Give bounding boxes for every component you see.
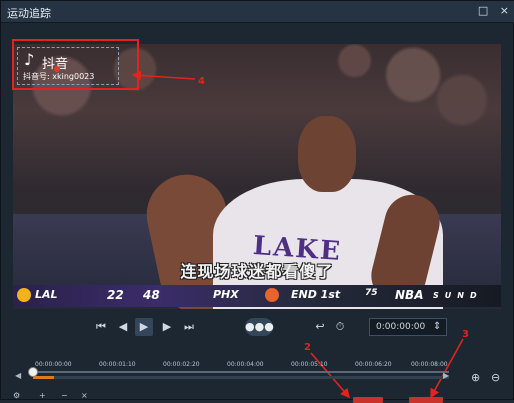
go-to-start-button[interactable]: ⏮ <box>93 318 109 336</box>
league-label: NBA <box>395 288 424 302</box>
next-frame-button[interactable]: ▶ <box>159 318 175 336</box>
timecode-spinner[interactable]: ⇕ <box>433 318 441 336</box>
undo-icon[interactable]: ↩ <box>313 318 327 336</box>
track-motion-button[interactable]: ●●● <box>245 318 274 336</box>
timeline-progress-fill <box>33 376 54 379</box>
timeline-tick: 00:00:05:10 <box>291 361 328 368</box>
window-title: 运动追踪 <box>7 7 51 20</box>
cancel-button[interactable] <box>409 397 443 403</box>
title-bar: 运动追踪 □ × <box>1 1 514 23</box>
timeline-tick: 00:00:08:00 <box>411 361 448 368</box>
play-button[interactable]: ▶ <box>135 318 153 336</box>
timeline-ruler <box>33 371 449 373</box>
playback-controls: ⏮ ◀ ▶ ▶ ⏭ ●●● ↩ ⏱ 0:00:00:00 ⇕ <box>13 313 501 343</box>
player-head <box>298 116 356 192</box>
zoom-in-icon[interactable]: ⊕ <box>471 371 480 384</box>
annotation-number-2: 2 <box>304 342 311 353</box>
timeline-tick: 00:00:00:00 <box>35 361 72 368</box>
video-subtitle: 连现场球迷都看傻了 <box>180 262 334 281</box>
scoreboard: LAL 22 48 PHX END 1st 75 NBA SUND <box>13 285 501 307</box>
previous-frame-button[interactable]: ◀ <box>115 318 131 336</box>
lakers-logo-icon <box>17 288 31 302</box>
zoom-out-icon[interactable]: ⊖ <box>491 371 500 384</box>
motion-tracking-window: 运动追踪 □ × LAKE ♪ 抖音 抖音号: xking0023 连现场球迷都… <box>0 0 514 403</box>
suns-logo-icon <box>265 288 279 302</box>
scroll-left-icon[interactable]: ◀ <box>15 371 21 380</box>
window-buttons: □ × <box>470 4 509 17</box>
timer-icon[interactable]: ⏱ <box>333 318 347 336</box>
annotation-box-watermark <box>12 39 139 90</box>
timeline-tick: 00:00:01:10 <box>99 361 136 368</box>
add-icon[interactable]: + <box>39 391 46 400</box>
maximize-button[interactable]: □ <box>478 4 488 17</box>
team1-label: LAL <box>35 288 58 301</box>
timeline-progress-track[interactable] <box>33 376 449 379</box>
team1-score: 22 <box>107 288 124 302</box>
close-button[interactable]: × <box>500 4 509 17</box>
playhead-handle[interactable] <box>28 367 38 377</box>
anniversary-label: 75 <box>365 288 378 298</box>
timeline-tick: 00:00:04:00 <box>227 361 264 368</box>
go-to-end-button[interactable]: ⏭ <box>181 318 197 336</box>
scroll-right-icon[interactable]: ▶ <box>443 371 449 380</box>
delete-icon[interactable]: × <box>81 391 88 400</box>
settings-icon[interactable]: ⚙ <box>13 391 20 400</box>
team2-label: PHX <box>213 288 239 301</box>
annotation-number-4: 4 <box>198 76 205 87</box>
timeline-tick: 00:00:06:20 <box>355 361 392 368</box>
ok-button[interactable] <box>353 397 383 403</box>
period-label: END 1st <box>291 288 341 301</box>
team2-score: 48 <box>143 288 160 302</box>
timeline-tick: 00:00:02:20 <box>163 361 200 368</box>
timeline[interactable]: 00:00:00:00 00:00:01:10 00:00:02:20 00:0… <box>13 353 449 391</box>
remove-icon[interactable]: − <box>61 391 68 400</box>
network-label: SUND <box>433 291 483 300</box>
